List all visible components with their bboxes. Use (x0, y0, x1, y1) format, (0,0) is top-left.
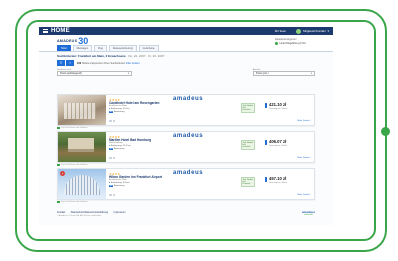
rating-badge: 4.0 (109, 185, 114, 187)
parking-icon (112, 119, 115, 122)
view-select[interactable]: Ansicht Preis (ext.) ▾ (253, 69, 315, 76)
wifi-icon (109, 119, 112, 122)
details-link[interactable]: Mehr Details › (297, 157, 311, 159)
tablet-home-button (381, 127, 390, 136)
account-info-line1: Reisebüro/Agentur (275, 37, 297, 41)
account-info-line2: Hotel Magdeburg 6 Str. (279, 41, 307, 45)
tab-car[interactable]: Mietwagen (72, 45, 93, 51)
hotel-distance: Entfernung: 15,2 km (110, 145, 131, 147)
tab-hotel[interactable]: Hotel (57, 45, 71, 51)
card-footnote: Preis inkl. Steuern und Gebühren (57, 200, 315, 203)
wifi-icon (109, 193, 112, 196)
rate-tag: Tarif: Flexibel Inkl. Frühstück (241, 177, 255, 187)
page-footer: Kontakt Datenschutz/Datenschutzerklärung… (57, 210, 315, 217)
amenity-icons (109, 119, 116, 122)
hotel-address: Frankfurt am Main (109, 179, 127, 181)
provider-logo: amadeus (173, 132, 204, 139)
favorite-badge-icon[interactable]: ♥ (60, 171, 65, 176)
search-summary-text: Suchkriterien: Frankfurt am Main, 2 Erwa… (57, 54, 126, 58)
hotel-photo[interactable]: ♥ (58, 169, 106, 199)
provider-logo: amadeus (173, 95, 204, 102)
result-count: 166 Hotels entsprechen Ihren Suchkriteri… (77, 62, 140, 65)
eco-leaf-icon (57, 163, 60, 166)
status-dot-icon (275, 41, 278, 45)
search-summary-dates: Do, 22. 2007 · Fr, 23. 2007 (128, 54, 165, 58)
app-screen: HOME Mit Team Mitglieder/Kontakt ▾ AMADE… (39, 27, 333, 225)
price-bar-icon (265, 140, 267, 145)
page-title: HOME (51, 28, 70, 34)
tab-flight[interactable]: Flug (94, 45, 107, 51)
topbar-team-link[interactable]: Mit Team (275, 29, 286, 33)
parking-icon (112, 193, 115, 196)
tab-vouchers[interactable]: Gutscheine (138, 45, 159, 51)
footer-link-privacy[interactable]: Datenschutz/Datenschutzerklärung (71, 211, 108, 214)
filter-row: ☰ ⌖ 166 Hotels entsprechen Ihren Suchkri… (39, 58, 333, 68)
details-link[interactable]: Mehr Details › (297, 194, 311, 196)
footer-brand-sub: Hotelmarkt (304, 214, 313, 216)
hotel-card[interactable]: ♥ ★★★★ Hilton Garden Inn Frankfurt Airpo… (57, 168, 315, 200)
details-link[interactable]: Mehr Details › (297, 120, 311, 122)
hotel-distance: Entfernung: 3,5 km (110, 108, 130, 110)
hotel-photo[interactable] (58, 132, 106, 162)
account-info: Reisebüro/Agentur Hotel Magdeburg 6 Str. (275, 38, 315, 45)
hotel-distance: Entfernung: 9,8 km (110, 182, 130, 184)
chevron-down-icon[interactable]: ▾ (327, 29, 329, 33)
card-footnote: Preis inkl. Steuern und Gebühren (57, 126, 315, 129)
rating-label: Bewertung (113, 111, 125, 113)
card-footnote: Preis inkl. Steuern und Gebühren (57, 163, 315, 166)
copyright-text: © Amadeus IT Group SA. Alle Rechte vorbe… (57, 215, 102, 217)
eco-leaf-icon (57, 126, 60, 129)
user-avatar[interactable] (296, 28, 302, 34)
card-footnote-text: Preis inkl. Steuern und Gebühren (61, 163, 88, 166)
result-count-text: Hotels entsprechen Ihren Suchkriterien (81, 61, 126, 65)
price-subtitle: Gesamtpreis / Nacht (269, 181, 288, 184)
rate-tag: Tarif: Flexibel Inkl. Frühstück (241, 103, 255, 113)
eco-leaf-icon (57, 200, 60, 203)
hotel-price: 406.07 zł (269, 139, 287, 144)
filter-button[interactable]: ☰ (57, 60, 65, 66)
rating-label: Bewertung (113, 185, 125, 187)
footer-link-imprint[interactable]: Impressum (114, 211, 126, 214)
hotel-card[interactable]: ★★★★ Maritim Hotel Bad Homburg Bad Hombu… (57, 131, 315, 163)
price-subtitle: Gesamtpreis / Nacht (269, 107, 288, 110)
sort-select[interactable]: Sortieren nach Preis (aufsteigend) ▾ (57, 69, 132, 76)
footer-brand-logo: amadeus Hotelmarkt (302, 210, 315, 216)
rating-badge: 4.5 (109, 111, 114, 113)
rate-tag: Tarif: Flexibel Inkl. Frühstück (241, 140, 255, 150)
map-button[interactable]: ⌖ (66, 60, 74, 66)
sort-row: Sortieren nach Preis (aufsteigend) ▾ Ansi… (39, 68, 333, 77)
hotel-photo[interactable] (58, 95, 106, 125)
topbar-user-menu[interactable]: Mitglieder/Kontakt (303, 29, 325, 33)
amenity-icons (109, 156, 116, 159)
sort-select-value: Preis (aufsteigend) (60, 72, 82, 75)
hotel-price: 457.10 zł (269, 176, 287, 181)
hotel-address: Frankfurt am Main (109, 105, 127, 107)
price-subtitle: Gesamtpreis / Nacht (269, 144, 288, 147)
amenity-icons (109, 193, 116, 196)
view-select-value: Preis (ext.) (256, 72, 269, 75)
logo-word: AMADEUS (57, 39, 78, 43)
parking-icon (112, 156, 115, 159)
card-footnote-text: Preis inkl. Steuern und Gebühren (61, 200, 88, 203)
result-count-number: 166 (77, 61, 82, 65)
hotel-price: 421.10 zł (269, 102, 287, 107)
hotel-address: Bad Homburg (109, 142, 123, 144)
provider-logo: amadeus (173, 169, 204, 176)
card-footnote-text: Preis inkl. Steuern und Gebühren (61, 126, 88, 129)
chevron-down-icon: ▾ (127, 72, 129, 75)
wifi-icon (109, 156, 112, 159)
footer-link-contact[interactable]: Kontakt (57, 211, 65, 214)
price-bar-icon (265, 103, 267, 108)
hamburger-menu-icon[interactable] (43, 29, 48, 33)
price-bar-icon (265, 177, 267, 182)
chevron-down-icon: ▾ (310, 72, 312, 75)
top-bar: HOME Mit Team Mitglieder/Kontakt ▾ (39, 27, 333, 35)
change-filter-link[interactable]: Filter ändern (126, 62, 140, 65)
hotel-card[interactable]: ★★★★ Carathotel Hotel am Rosengarten Fra… (57, 94, 315, 126)
tab-insurance[interactable]: Reiseversicherung (108, 45, 137, 51)
rating-label: Bewertung (113, 148, 125, 150)
rating-badge: 4.2 (109, 148, 114, 150)
